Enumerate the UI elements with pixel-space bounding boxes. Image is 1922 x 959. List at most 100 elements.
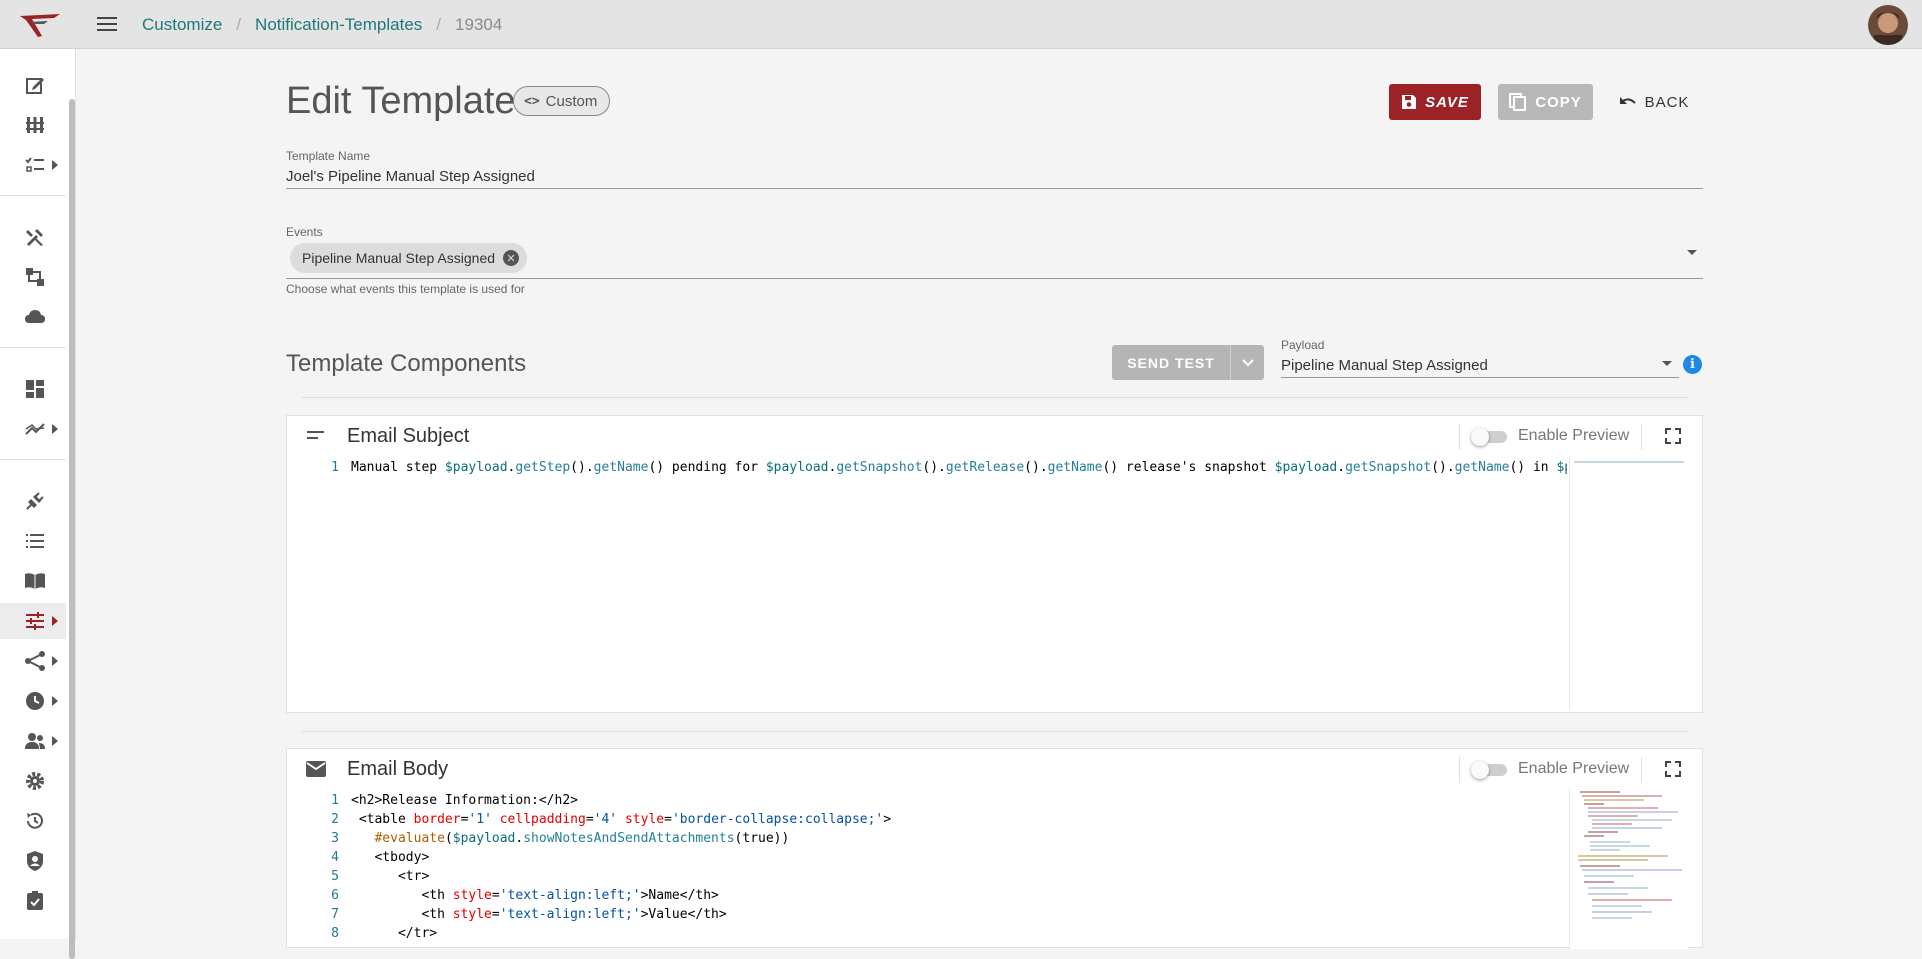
chevron-down-icon <box>1241 358 1254 366</box>
body-preview-toggle[interactable] <box>1471 761 1507 779</box>
security-icon <box>27 851 43 871</box>
copy-button[interactable]: COPY <box>1498 84 1593 120</box>
minimap-content <box>1578 791 1682 919</box>
breadcrumb-notification-templates[interactable]: Notification-Templates <box>255 15 422 35</box>
divider <box>1459 757 1460 783</box>
sidebar-item-tune[interactable] <box>0 603 66 639</box>
code-line: <th style='text-align:left;'>Name</th> <box>351 888 719 903</box>
sidebar-item-bar-chart[interactable] <box>0 107 66 143</box>
sidebar-item-cloud[interactable] <box>0 299 66 335</box>
users-icon <box>25 733 45 749</box>
expand-arrow-icon <box>52 424 58 434</box>
sidebar-item-security[interactable] <box>0 843 66 879</box>
email-subject-header: Email Subject Enable Preview <box>287 416 1702 456</box>
template-name-underline <box>286 188 1703 189</box>
code-line: Manual step $payload.getStep().getName()… <box>351 460 1567 475</box>
bar-chart-icon <box>26 117 44 133</box>
sidebar-item-approval[interactable] <box>0 883 66 919</box>
body-minimap[interactable] <box>1569 789 1688 949</box>
sidebar-item-list[interactable] <box>0 523 66 559</box>
sidebar-item-workflow[interactable] <box>0 643 66 679</box>
dashboard-icon <box>26 380 44 398</box>
sidebar-item-tools[interactable] <box>0 219 66 255</box>
event-chip[interactable]: Pipeline Manual Step Assigned ✕ <box>290 243 528 273</box>
checklist-icon <box>25 157 44 172</box>
line-number: 6 <box>331 888 339 903</box>
code-line: <tr> <box>351 869 430 884</box>
user-avatar[interactable] <box>1868 5 1908 45</box>
sidebar-item-book[interactable] <box>0 563 66 599</box>
sidebar <box>0 49 76 959</box>
payload-select[interactable]: Pipeline Manual Step Assigned <box>1281 357 1488 374</box>
subject-preview-label: Enable Preview <box>1518 427 1630 444</box>
clock-icon <box>26 692 44 710</box>
payload-label: Payload <box>1281 338 1325 352</box>
fullscreen-icon[interactable] <box>1665 761 1681 777</box>
expand-arrow-icon <box>52 696 58 706</box>
top-bar: Customize / Notification-Templates / 193… <box>0 0 1922 49</box>
email-icon <box>306 761 326 777</box>
trending-icon <box>25 423 45 435</box>
sidebar-item-dashboard[interactable] <box>0 371 66 407</box>
divider <box>1641 757 1642 783</box>
divider <box>302 397 1688 398</box>
code-icon: <> <box>524 93 540 109</box>
events-helper-text: Choose what events this template is used… <box>286 282 525 296</box>
edit-icon <box>26 78 44 94</box>
email-body-title: Email Body <box>347 758 449 780</box>
remove-chip-icon[interactable]: ✕ <box>503 250 520 266</box>
breadcrumb-separator: / <box>236 15 242 34</box>
email-body-header: Email Body Enable Preview <box>287 749 1702 789</box>
events-label: Events <box>286 225 323 239</box>
send-test-dropdown[interactable] <box>1231 345 1264 380</box>
sidebar-item-edit[interactable] <box>0 67 66 103</box>
expand-arrow-icon <box>52 736 58 746</box>
email-subject-editor[interactable]: 1 Manual step $payload.getStep().getName… <box>287 456 1702 710</box>
sidebar-item-pipeline[interactable] <box>0 259 66 295</box>
line-number: 2 <box>331 812 339 827</box>
app-logo[interactable] <box>18 12 62 38</box>
code-line: <h2>Release Information:</h2> <box>351 793 578 808</box>
line-number: 1 <box>331 460 339 475</box>
menu-icon[interactable] <box>96 14 118 34</box>
back-button[interactable]: BACK <box>1612 84 1696 120</box>
sidebar-item-checklist[interactable] <box>0 147 66 183</box>
sidebar-item-trending[interactable] <box>0 411 66 447</box>
fullscreen-icon[interactable] <box>1665 428 1681 444</box>
template-name-input[interactable]: Joel's Pipeline Manual Step Assigned <box>286 168 535 185</box>
tune-icon <box>26 612 44 630</box>
short-text-icon <box>307 431 324 439</box>
back-button-label: BACK <box>1644 93 1690 111</box>
events-dropdown-icon[interactable] <box>1687 250 1697 255</box>
sidebar-item-settings[interactable] <box>0 763 66 799</box>
line-number: 3 <box>331 831 339 846</box>
sidebar-item-plugin[interactable] <box>0 483 66 519</box>
subject-preview-toggle[interactable] <box>1471 428 1507 446</box>
pipeline-icon <box>26 268 44 286</box>
sidebar-scrollbar[interactable] <box>69 99 75 959</box>
sidebar-item-clock[interactable] <box>0 683 66 719</box>
line-number: 7 <box>331 907 339 922</box>
code-line: <tbody> <box>351 850 430 865</box>
book-icon <box>25 573 45 589</box>
info-icon[interactable]: i <box>1683 355 1702 374</box>
sidebar-item-history[interactable] <box>0 803 66 839</box>
undo-icon <box>1619 97 1636 104</box>
subject-minimap[interactable] <box>1569 456 1688 710</box>
email-body-editor[interactable]: 1 2 3 4 5 6 7 8 <h2>Release Information:… <box>287 789 1702 949</box>
email-body-panel: Email Body Enable Preview 1 2 3 4 5 6 7 … <box>286 748 1703 949</box>
code-line: <table border='1' cellpadding='4' style=… <box>351 812 892 827</box>
event-chip-label: Pipeline Manual Step Assigned <box>302 250 496 266</box>
payload-dropdown-icon[interactable] <box>1662 361 1672 366</box>
breadcrumb-customize[interactable]: Customize <box>142 15 222 35</box>
sidebar-item-users[interactable] <box>0 723 66 759</box>
custom-badge: <> Custom <box>513 86 611 116</box>
send-test-button-group: SEND TEST <box>1112 345 1264 380</box>
code-line: #evaluate($payload.showNotesAndSendAttac… <box>374 831 790 846</box>
payload-underline <box>1281 377 1679 378</box>
send-test-button[interactable]: SEND TEST <box>1112 345 1231 380</box>
custom-badge-label: Custom <box>545 92 598 110</box>
divider <box>302 731 1688 732</box>
save-button[interactable]: SAVE <box>1389 84 1481 120</box>
tools-icon <box>26 229 43 246</box>
